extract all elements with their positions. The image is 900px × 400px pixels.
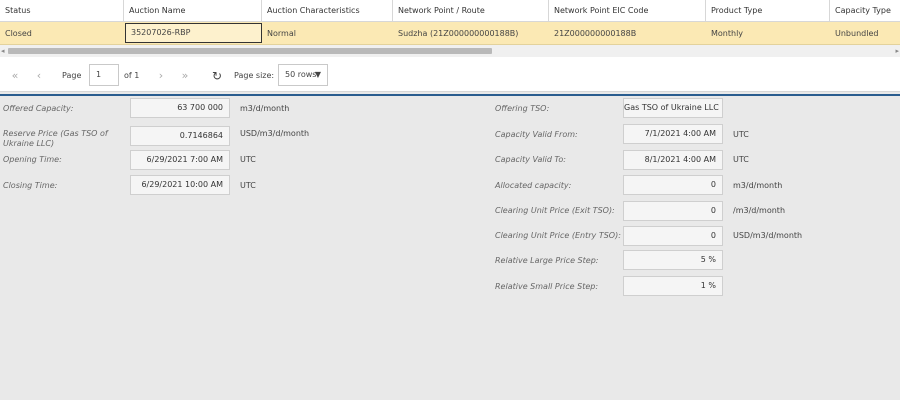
column-header-status[interactable]: Status (0, 0, 124, 21)
column-header-capacity-type[interactable]: Capacity Type (830, 0, 900, 21)
offered-capacity-unit: m3/d/month (240, 104, 290, 113)
scroll-left-icon[interactable]: ◂ (1, 47, 5, 55)
cell-product-type: Monthly (711, 29, 744, 38)
opening-time-label: Opening Time: (3, 155, 62, 164)
reserve-price-value: 0.7146864 (130, 126, 230, 146)
last-page-icon[interactable]: » (178, 68, 192, 84)
clearing-entry-label: Clearing Unit Price (Entry TSO): (495, 231, 621, 240)
scrollbar-thumb[interactable] (8, 48, 492, 54)
clearing-entry-value: 0 (623, 226, 723, 246)
column-header-auction-name[interactable]: Auction Name (124, 0, 262, 21)
reserve-price-label: Reserve Price (Gas TSO of Ukraine LLC) (3, 129, 108, 148)
valid-from-value: 7/1/2021 4:00 AM (623, 124, 723, 144)
page-count-label: of 1 (124, 71, 140, 80)
offering-tso-label: Offering TSO: (495, 104, 550, 113)
page-number-input[interactable]: 1 (89, 64, 119, 86)
column-header-auction-characteristics[interactable]: Auction Characteristics (262, 0, 393, 21)
closing-time-value: 6/29/2021 10:00 AM (130, 175, 230, 195)
page-size-select[interactable]: 50 rows ▼ (278, 64, 328, 86)
reserve-price-unit: USD/m3/d/month (240, 129, 310, 138)
column-header-eic-code[interactable]: Network Point EIC Code (549, 0, 706, 21)
clearing-exit-value: 0 (623, 201, 723, 221)
horizontal-scrollbar[interactable]: ◂ ▸ (0, 45, 900, 57)
cell-auction-characteristics: Normal (267, 29, 296, 38)
pager: « ‹ Page 1 of 1 › » ↻ Page size: 50 rows… (0, 60, 900, 92)
scroll-right-icon[interactable]: ▸ (895, 47, 899, 55)
opening-time-value: 6/29/2021 7:00 AM (130, 150, 230, 170)
cell-eic-code: 21Z000000000188B (554, 29, 637, 38)
valid-from-label: Capacity Valid From: (495, 130, 578, 139)
table-row[interactable]: Closed 35207026-RBP Normal Sudzha (21Z00… (0, 22, 900, 45)
allocated-capacity-value: 0 (623, 175, 723, 195)
allocated-capacity-unit: m3/d/month (733, 181, 783, 190)
large-price-step-label: Relative Large Price Step: (495, 256, 599, 265)
column-header-product-type[interactable]: Product Type (706, 0, 830, 21)
cell-status: Closed (5, 29, 32, 38)
first-page-icon[interactable]: « (8, 68, 22, 84)
page-size-label: Page size: (234, 71, 275, 80)
chevron-down-icon: ▼ (314, 70, 321, 79)
clearing-exit-unit: /m3/d/month (733, 206, 786, 215)
valid-to-unit: UTC (733, 155, 749, 164)
small-price-step-label: Relative Small Price Step: (495, 282, 599, 291)
offering-tso-value: Gas TSO of Ukraine LLC (623, 98, 723, 118)
cell-capacity-type: Unbundled (835, 29, 879, 38)
grid-header: Status Auction Name Auction Characterist… (0, 0, 900, 22)
prev-page-icon[interactable]: ‹ (32, 68, 46, 84)
page-label: Page (62, 71, 82, 80)
valid-from-unit: UTC (733, 130, 749, 139)
large-price-step-value: 5 % (623, 250, 723, 270)
small-price-step-value: 1 % (623, 276, 723, 296)
auctions-grid: Status Auction Name Auction Characterist… (0, 0, 900, 60)
valid-to-value: 8/1/2021 4:00 AM (623, 150, 723, 170)
next-page-icon[interactable]: › (154, 68, 168, 84)
closing-time-label: Closing Time: (3, 181, 58, 190)
cell-auction-name[interactable]: 35207026-RBP (125, 23, 262, 43)
offered-capacity-value: 63 700 000 (130, 98, 230, 118)
offered-capacity-label: Offered Capacity: (3, 104, 74, 113)
clearing-exit-label: Clearing Unit Price (Exit TSO): (495, 206, 615, 215)
auction-details: Offered Capacity: 63 700 000 m3/d/month … (0, 96, 900, 400)
clearing-entry-unit: USD/m3/d/month (733, 231, 803, 240)
closing-time-unit: UTC (240, 181, 256, 190)
refresh-icon[interactable]: ↻ (210, 68, 224, 84)
opening-time-unit: UTC (240, 155, 256, 164)
cell-network-point: Sudzha (21Z000000000188B) (398, 29, 519, 38)
page-size-value: 50 rows (285, 70, 317, 79)
allocated-capacity-label: Allocated capacity: (495, 181, 572, 190)
column-header-network-point[interactable]: Network Point / Route (393, 0, 549, 21)
valid-to-label: Capacity Valid To: (495, 155, 566, 164)
